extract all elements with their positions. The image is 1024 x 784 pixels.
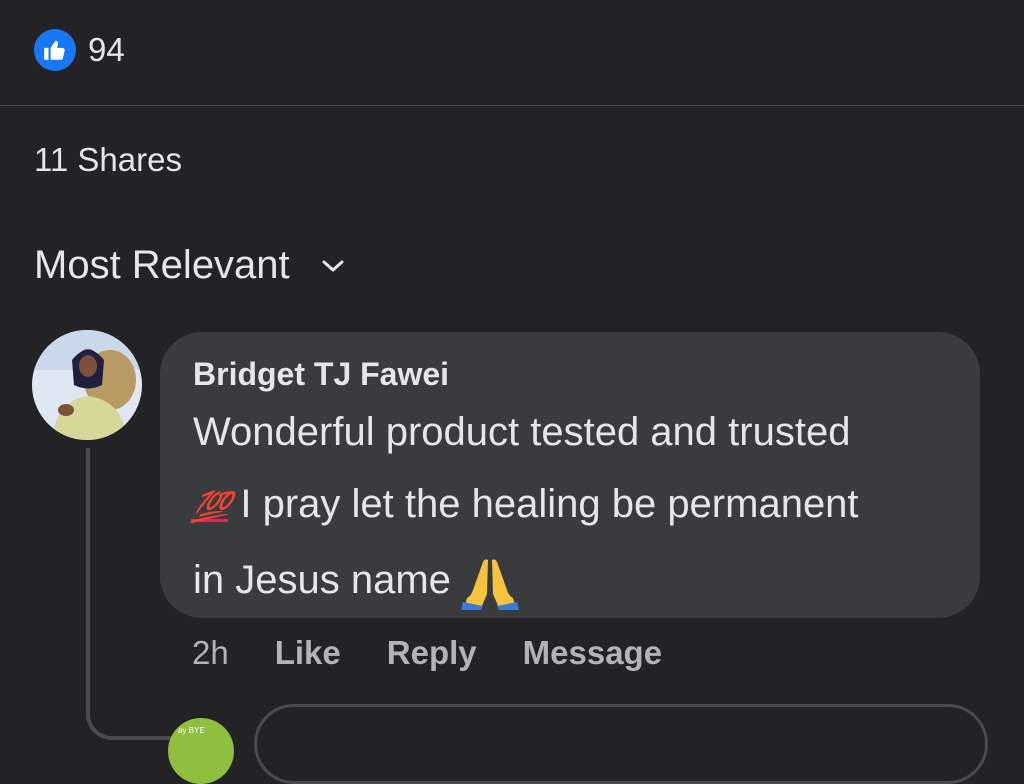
comment-text: Wonderful product tested and trusted 💯 I … xyxy=(190,396,963,616)
divider xyxy=(0,105,1024,106)
sort-label: Most Relevant xyxy=(34,243,290,287)
comment-line-2-text: I pray let the healing be permanent xyxy=(240,482,859,526)
reply-avatar-text: ay BYE xyxy=(178,726,205,735)
comment-line-3-text: in Jesus name xyxy=(193,558,451,602)
hundred-points-icon: 💯 xyxy=(190,491,234,524)
comment-timestamp[interactable]: 2h xyxy=(192,634,229,672)
reply-button[interactable]: Reply xyxy=(387,634,477,672)
avatar[interactable] xyxy=(32,330,142,440)
comment-actions: 2h Like Reply Message xyxy=(192,634,662,672)
reactions-summary[interactable]: 94 xyxy=(34,28,125,72)
like-icon xyxy=(34,29,76,71)
comment-line-2: 💯 I pray let the healing be permanent xyxy=(190,468,963,544)
comment-line-3: in Jesus name xyxy=(193,544,963,616)
comment-line-1: Wonderful product tested and trusted xyxy=(193,410,851,454)
sort-dropdown[interactable]: Most Relevant xyxy=(34,243,346,288)
folded-hands-icon xyxy=(460,559,519,611)
comment-author[interactable]: Bridget TJ Fawei xyxy=(193,356,449,393)
chevron-down-icon xyxy=(322,260,344,271)
message-button[interactable]: Message xyxy=(523,634,662,672)
like-count: 94 xyxy=(88,31,125,68)
comment-bubble: Bridget TJ Fawei Wonderful product teste… xyxy=(160,332,980,618)
reply-avatar[interactable]: ay BYE xyxy=(168,718,234,784)
reply-bubble xyxy=(254,704,988,784)
like-button[interactable]: Like xyxy=(275,634,341,672)
shares-count[interactable]: 11 Shares xyxy=(34,141,182,179)
